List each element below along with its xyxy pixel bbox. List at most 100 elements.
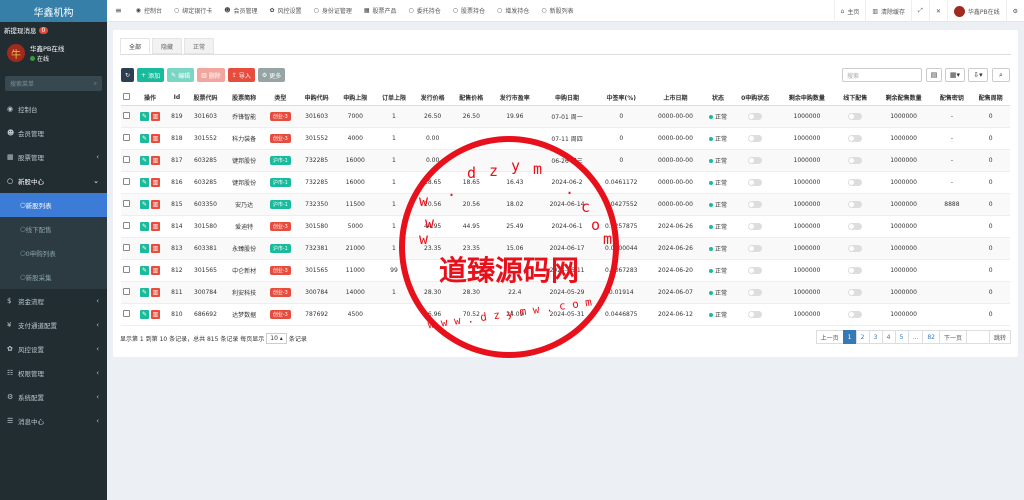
row-checkbox[interactable]	[123, 309, 131, 317]
column-header[interactable]: 配售价格	[451, 91, 491, 106]
zero-subscribe-toggle[interactable]	[748, 178, 763, 186]
nav-tab-2[interactable]: ☻ 会员管理	[218, 0, 263, 22]
nav-tab-1[interactable]: ○ 绑定银行卡	[168, 0, 218, 22]
expand-button[interactable]: ✕	[928, 0, 947, 22]
edit-icon[interactable]: ✎	[139, 265, 149, 275]
offline-placement-toggle[interactable]	[848, 310, 863, 318]
trash-icon[interactable]: ▥	[150, 221, 160, 231]
nav-tab-9[interactable]: ○ 新股列表	[535, 0, 579, 22]
offline-placement-toggle[interactable]	[848, 200, 863, 208]
nav-tab-8[interactable]: ○ 增发持仓	[491, 0, 535, 22]
sidebar-subitem-1[interactable]: ○ 线下配售	[0, 217, 107, 241]
trash-icon[interactable]: ▥	[150, 177, 160, 187]
trash-icon[interactable]: ▥	[150, 133, 160, 143]
page-button[interactable]: 4	[881, 330, 896, 344]
page-jump-input[interactable]	[965, 330, 990, 344]
home-button[interactable]: ⌂ 主页	[833, 0, 866, 22]
select-all-checkbox[interactable]	[123, 93, 131, 101]
offline-placement-toggle[interactable]	[848, 178, 863, 186]
nav-tab-0[interactable]: ◉ 控制台	[130, 0, 168, 22]
page-button[interactable]: 5	[894, 330, 909, 344]
columns-icon[interactable]: ▦▾	[945, 68, 965, 82]
nav-tab-4[interactable]: ○ 身份证管理	[308, 0, 358, 22]
sidebar-item-7[interactable]: ☷ 权限管理 ‹	[0, 361, 107, 385]
row-checkbox[interactable]	[123, 243, 131, 251]
column-header[interactable]: 申购代码	[297, 91, 336, 106]
column-header[interactable]: 申购上限	[335, 91, 375, 106]
clear-cache-button[interactable]: ▥ 清除缓存	[865, 0, 911, 22]
column-header[interactable]: 订单上限	[374, 91, 414, 106]
page-button[interactable]: 3	[868, 330, 883, 344]
zero-subscribe-toggle[interactable]	[748, 310, 763, 318]
user-menu[interactable]: 华鑫PB在线	[946, 0, 1006, 22]
edit-icon[interactable]: ✎	[139, 155, 149, 165]
zero-subscribe-toggle[interactable]	[748, 112, 763, 120]
zero-subscribe-toggle[interactable]	[748, 266, 763, 274]
row-checkbox[interactable]	[123, 111, 131, 119]
column-header[interactable]: 线下配售	[835, 91, 875, 106]
edit-icon[interactable]: ✎	[139, 221, 149, 231]
sidebar-item-5[interactable]: ¥ 支付通道配置 ‹	[0, 313, 107, 337]
fullscreen-button[interactable]: ⤢	[911, 0, 929, 22]
column-header[interactable]: 中签率(%)	[595, 91, 648, 106]
column-header[interactable]: 类型	[263, 91, 298, 106]
column-header[interactable]: 配售密钥	[932, 91, 972, 106]
row-checkbox[interactable]	[123, 155, 131, 163]
offline-placement-toggle[interactable]	[848, 134, 863, 142]
offline-placement-toggle[interactable]	[848, 244, 863, 252]
column-header[interactable]: 状态	[703, 91, 733, 106]
export-icon[interactable]: ⇩▾	[968, 68, 988, 82]
trash-icon[interactable]: ▥	[150, 199, 160, 209]
row-checkbox[interactable]	[123, 287, 131, 295]
trash-icon[interactable]: ▥	[150, 287, 160, 297]
column-header[interactable]: Id	[167, 91, 187, 106]
offline-placement-toggle[interactable]	[848, 156, 863, 164]
zero-subscribe-toggle[interactable]	[748, 244, 763, 252]
column-header[interactable]: 股票简称	[224, 91, 264, 106]
app-logo[interactable]: 华鑫机构	[0, 0, 107, 22]
edit-icon[interactable]: ✎	[139, 177, 149, 187]
sidebar-subitem-2[interactable]: ○ 0申购列表	[0, 241, 107, 265]
column-header[interactable]: 发行市盈率	[490, 91, 539, 106]
tab-normal[interactable]: 正常	[184, 38, 215, 54]
zero-subscribe-toggle[interactable]	[748, 134, 763, 142]
refresh-button[interactable]: ↻	[121, 68, 135, 82]
table-view-icon[interactable]: ▤	[926, 68, 942, 82]
sidebar-subitem-0[interactable]: ○ 新股列表	[0, 193, 107, 217]
settings-button[interactable]: ⚙	[1005, 0, 1024, 22]
column-header[interactable]: 剩余申购数量	[777, 91, 836, 106]
sidebar-item-1[interactable]: ☻ 会员管理	[0, 121, 107, 145]
trash-icon[interactable]: ▥	[150, 309, 160, 319]
search-icon[interactable]: ⌕	[992, 68, 1010, 82]
edit-icon[interactable]: ✎	[139, 309, 149, 319]
column-header[interactable]: 发行价格	[413, 91, 452, 106]
more-button[interactable]: ⚙ 更多	[257, 68, 286, 82]
prev-page-button[interactable]: 上一页	[815, 330, 844, 344]
edit-icon[interactable]: ✎	[139, 199, 149, 209]
page-button[interactable]: 2	[855, 330, 870, 344]
sidebar-item-6[interactable]: ✿ 风控设置 ‹	[0, 337, 107, 361]
row-checkbox[interactable]	[123, 133, 131, 141]
row-checkbox[interactable]	[123, 221, 131, 229]
zero-subscribe-toggle[interactable]	[748, 156, 763, 164]
sidebar-item-9[interactable]: ☰ 消息中心 ‹	[0, 409, 107, 433]
edit-icon[interactable]: ✎	[139, 243, 149, 253]
offline-placement-toggle[interactable]	[848, 112, 863, 120]
column-header[interactable]: 操作	[132, 91, 168, 106]
edit-icon[interactable]: ✎	[139, 111, 149, 121]
offline-placement-toggle[interactable]	[848, 266, 863, 274]
column-header[interactable]: 配售周期	[971, 91, 1010, 106]
page-button[interactable]: ...	[907, 330, 924, 344]
trash-icon[interactable]: ▥	[150, 155, 160, 165]
trash-icon[interactable]: ▥	[150, 111, 160, 121]
row-checkbox[interactable]	[123, 177, 131, 185]
row-checkbox[interactable]	[123, 265, 131, 273]
row-checkbox[interactable]	[123, 199, 131, 207]
page-button[interactable]: 82	[922, 330, 940, 344]
sidebar-item-0[interactable]: ◉ 控制台	[0, 97, 107, 121]
zero-subscribe-toggle[interactable]	[748, 200, 763, 208]
menu-search-input[interactable]: 搜索菜单 ⌕	[5, 76, 102, 91]
import-button[interactable]: ⇪ 导入	[227, 68, 255, 82]
withdraw-notice[interactable]: 新提现消息 0	[0, 22, 107, 38]
page-jump-button[interactable]: 跳转	[988, 330, 1011, 344]
